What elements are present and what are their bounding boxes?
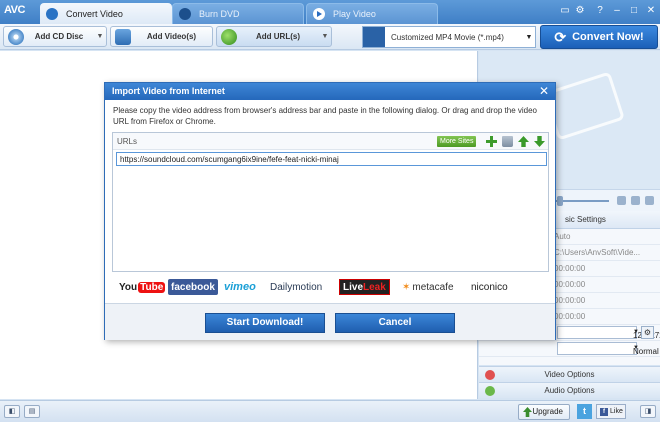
- collapse-right-icon[interactable]: ◨: [640, 405, 656, 418]
- liveleak-text: Live: [343, 281, 364, 293]
- tab-label: Convert Video: [66, 8, 123, 19]
- convert-label: Convert Now!: [572, 31, 644, 43]
- tab-play-video[interactable]: Play Video: [306, 3, 438, 24]
- skin-icon[interactable]: ▭: [558, 4, 572, 18]
- help-icon[interactable]: ?: [593, 4, 607, 18]
- add-cd-label: Add CD Disc: [34, 32, 84, 41]
- globe-icon: [221, 28, 237, 45]
- chevron-down-icon[interactable]: ▼: [319, 33, 331, 40]
- facebook-logo: facebook: [168, 279, 218, 295]
- dialog-footer: Start Download! Cancel: [105, 303, 555, 340]
- start-download-button[interactable]: Start Download!: [205, 313, 325, 333]
- url-input[interactable]: [116, 152, 547, 166]
- close-icon[interactable]: ✕: [539, 83, 549, 100]
- volume-track[interactable]: [555, 200, 609, 202]
- twitter-icon[interactable]: t: [577, 404, 592, 419]
- tab-burn-dvd[interactable]: Burn DVD: [172, 3, 304, 24]
- liveleak-logo: Live Leak: [339, 279, 390, 295]
- add-urls-button[interactable]: Add URL(s) ▼: [216, 26, 332, 47]
- chevron-down-icon: ▼: [633, 345, 639, 351]
- like-label: Like: [610, 408, 623, 415]
- trash-icon[interactable]: [502, 136, 513, 147]
- profile-label: Customized MP4 Movie (*.mp4): [391, 32, 504, 42]
- quality-row: Normal ▼: [479, 341, 660, 357]
- tab-convert-video[interactable]: Convert Video: [40, 3, 172, 24]
- add-video-label: Add Video(s): [146, 32, 197, 41]
- supported-sites: You Tube facebook vimeo Dailymotion Live L…: [105, 279, 557, 299]
- chevron-down-icon[interactable]: ▼: [94, 33, 106, 40]
- niconico-logo: niconico: [471, 281, 508, 293]
- setting-value: 00:00:00: [554, 312, 586, 321]
- video-options-bar[interactable]: Video Options: [479, 366, 660, 382]
- chevron-down-icon: ▼: [633, 329, 639, 335]
- chevron-down-icon[interactable]: ▼: [523, 34, 535, 41]
- liveleak-text-red: Leak: [363, 281, 386, 293]
- metacafe-logo: metacafe: [402, 279, 453, 295]
- dailymotion-logo: Dailymotion: [270, 281, 323, 293]
- setting-value: 00:00:00: [554, 280, 586, 289]
- youtube-text-red: Tube: [138, 281, 166, 293]
- dvd-icon: [179, 8, 191, 20]
- url-list: URLs More Sites: [112, 132, 549, 272]
- setting-value: Auto: [554, 232, 571, 241]
- youtube-logo: You Tube: [119, 279, 166, 295]
- cancel-button[interactable]: Cancel: [335, 313, 455, 333]
- close-icon[interactable]: ✕: [644, 4, 658, 18]
- play-icon: [313, 8, 325, 20]
- snapshot-icon[interactable]: [617, 196, 626, 205]
- upgrade-label: Upgrade: [532, 407, 563, 416]
- dialog-title-bar: Import Video from Internet ✕: [105, 83, 555, 100]
- video-options-label: Video Options: [544, 370, 595, 379]
- resolution-select[interactable]: 1280x720▼: [557, 326, 660, 340]
- url-list-header: URLs More Sites: [113, 133, 548, 150]
- arrow-up-icon[interactable]: [518, 136, 529, 147]
- gear-icon[interactable]: ⚙: [573, 4, 587, 18]
- setting-value: 00:00:00: [554, 296, 586, 305]
- tab-label: Burn DVD: [199, 9, 240, 19]
- quality-select[interactable]: Normal ▼: [557, 342, 659, 356]
- film-strip-icon: [363, 27, 385, 47]
- youtube-text: You: [119, 281, 138, 293]
- disc-icon: [8, 28, 24, 45]
- gear-icon[interactable]: ⚙: [641, 326, 654, 339]
- convert-now-button[interactable]: ⟳ Convert Now!: [540, 25, 658, 49]
- folder-icon[interactable]: [631, 196, 640, 205]
- facebook-icon: f: [600, 408, 608, 416]
- add-icon[interactable]: [486, 136, 497, 147]
- film-icon: [115, 28, 131, 45]
- arrow-down-icon[interactable]: [534, 136, 545, 147]
- maximize-icon[interactable]: □: [627, 4, 641, 18]
- setting-value: C:\Users\AnvSoft\Vide...: [554, 248, 641, 257]
- dialog-title: Import Video from Internet: [112, 86, 225, 96]
- list-view-icon[interactable]: ▤: [24, 405, 40, 418]
- search-icon[interactable]: [645, 196, 654, 205]
- upgrade-button[interactable]: Upgrade: [518, 404, 570, 420]
- audio-options-bar[interactable]: Audio Options: [479, 382, 660, 398]
- tab-label: Play Video: [333, 9, 376, 19]
- more-sites-button[interactable]: More Sites: [437, 136, 477, 147]
- add-videos-button[interactable]: Add Video(s): [110, 26, 213, 47]
- collapse-left-icon[interactable]: ◧: [4, 405, 20, 418]
- app-logo: AVC: [4, 4, 25, 16]
- minimize-icon[interactable]: –: [610, 4, 624, 18]
- title-bar: AVC Convert Video Burn DVD Play Video ▭ …: [0, 0, 660, 24]
- add-url-label: Add URL(s): [256, 32, 300, 41]
- add-cd-disc-button[interactable]: Add CD Disc ▼: [3, 26, 107, 47]
- audio-options-label: Audio Options: [544, 386, 595, 395]
- urls-label: URLs: [117, 137, 138, 146]
- facebook-like-button[interactable]: f Like: [596, 404, 626, 419]
- volume-slider[interactable]: [557, 196, 563, 206]
- setting-value: 00:00:00: [554, 264, 586, 273]
- output-profile-select[interactable]: Customized MP4 Movie (*.mp4) ▼: [362, 26, 536, 48]
- upgrade-arrow-icon: [523, 407, 532, 417]
- convert-icon: [46, 7, 58, 20]
- toolbar: Add CD Disc ▼ Add Video(s) Add URL(s) ▼ …: [0, 24, 660, 50]
- refresh-icon: ⟳: [554, 28, 567, 45]
- import-video-dialog: Import Video from Internet ✕ Please copy…: [104, 82, 556, 340]
- vimeo-logo: vimeo: [224, 281, 256, 293]
- dialog-message: Please copy the video address from brows…: [113, 106, 537, 126]
- status-bar: ◧ ▤ Upgrade t f Like ◨: [0, 400, 660, 422]
